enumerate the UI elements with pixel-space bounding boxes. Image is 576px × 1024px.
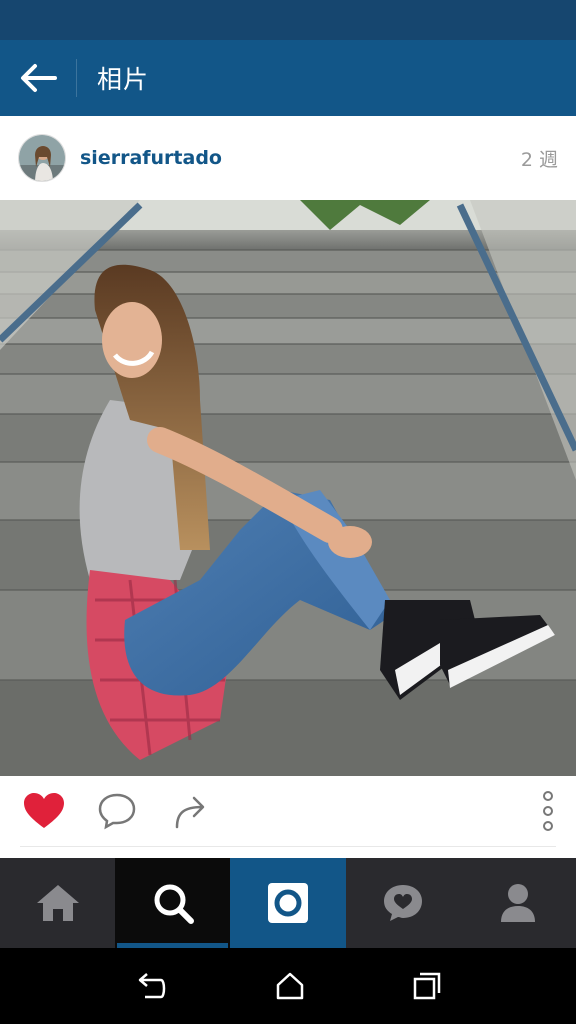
post-header: sierrafurtado 2 週 [0, 116, 576, 200]
avatar-image [19, 135, 65, 181]
tab-profile[interactable] [461, 858, 576, 948]
post-actions [0, 776, 576, 846]
like-button[interactable] [20, 786, 68, 836]
comment-icon [98, 793, 136, 830]
tab-camera[interactable] [230, 858, 346, 948]
activity-bubble-icon [384, 885, 423, 921]
more-options-button[interactable] [540, 786, 556, 836]
app-bar-divider [76, 59, 77, 97]
status-bar [0, 0, 576, 40]
post-photo[interactable] [0, 200, 576, 776]
nav-back-icon[interactable] [135, 971, 167, 1001]
tab-explore[interactable] [115, 858, 231, 948]
avatar[interactable] [18, 134, 66, 182]
app-bar: 相片 [0, 40, 576, 116]
photo-image [0, 200, 576, 776]
actions-divider [20, 846, 556, 847]
share-icon [175, 796, 205, 829]
back-arrow-icon [21, 64, 57, 92]
nav-home-icon[interactable] [276, 972, 304, 1000]
system-nav-bar [0, 948, 576, 1024]
username-link[interactable]: sierrafurtado [80, 147, 521, 169]
search-icon [154, 884, 194, 924]
page-title: 相片 [97, 65, 150, 94]
share-button[interactable] [166, 786, 214, 836]
nav-recents-icon[interactable] [413, 972, 441, 1000]
camera-icon [268, 883, 308, 923]
tab-activity[interactable] [346, 858, 461, 948]
comment-button[interactable] [93, 786, 141, 836]
profile-icon [501, 884, 536, 922]
tab-bar [0, 858, 576, 948]
heart-icon [24, 793, 64, 828]
more-vertical-icon [543, 791, 553, 831]
back-button[interactable] [0, 40, 76, 116]
home-icon [36, 885, 79, 921]
post-time: 2 週 [520, 148, 558, 171]
tab-home[interactable] [0, 858, 115, 948]
